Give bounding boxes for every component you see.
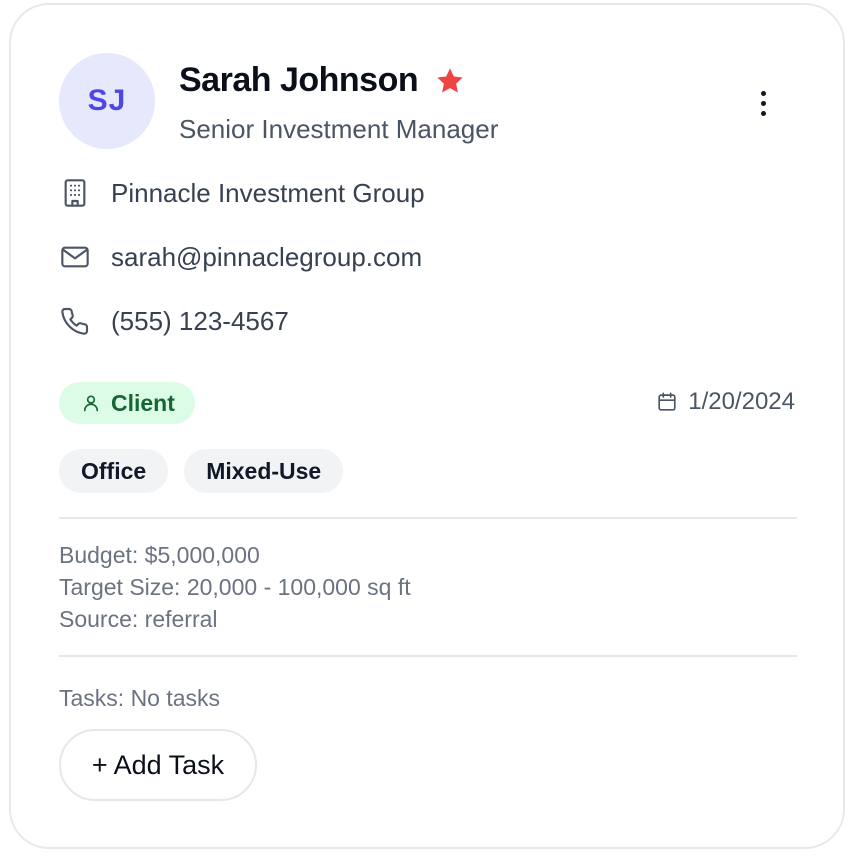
email-row: sarah@pinnaclegroup.com	[59, 241, 422, 273]
email-link[interactable]: sarah@pinnaclegroup.com	[111, 242, 422, 273]
tag-mixed-use: Mixed-Use	[184, 449, 344, 493]
user-icon	[83, 395, 99, 412]
date-info: 1/20/2024	[656, 388, 795, 416]
phone-row: (555) 123-4567	[59, 305, 289, 337]
phone-number[interactable]: (555) 123-4567	[111, 306, 289, 337]
contact-card: SJ Sarah Johnson Senior Investment Manag…	[9, 3, 845, 849]
avatar-initials: SJ	[87, 84, 127, 117]
date-label: 1/20/2024	[688, 388, 795, 415]
contact-name: Sarah Johnson	[179, 61, 419, 99]
job-title: Senior Investment Manager	[179, 114, 499, 144]
phone-icon	[61, 307, 89, 335]
tag-office: Office	[59, 449, 169, 493]
target-size-text: Target Size: 20,000 - 100,000 sq ft	[59, 574, 411, 600]
avatar: SJ	[59, 53, 155, 149]
calendar-icon	[658, 392, 676, 411]
company-row: Pinnacle Investment Group	[59, 177, 425, 209]
status-label: Client	[111, 389, 175, 416]
tasks-summary: Tasks: No tasks	[59, 685, 221, 711]
star-icon[interactable]	[434, 65, 466, 97]
budget-text: Budget: $5,000,000	[59, 542, 260, 568]
divider	[59, 655, 797, 657]
details-section: Budget: $5,000,000 Target Size: 20,000 -…	[59, 539, 411, 635]
mail-icon	[61, 246, 89, 268]
company-name: Pinnacle Investment Group	[111, 177, 425, 208]
more-vertical-icon[interactable]	[749, 85, 777, 121]
status-badge: Client	[59, 382, 195, 424]
add-task-button[interactable]: + Add Task	[59, 729, 257, 801]
divider	[59, 517, 797, 519]
source-text: Source: referral	[59, 606, 218, 632]
name-row: Sarah Johnson	[179, 61, 466, 100]
tag-list: Office Mixed-Use	[59, 449, 344, 493]
building-icon	[64, 179, 86, 207]
